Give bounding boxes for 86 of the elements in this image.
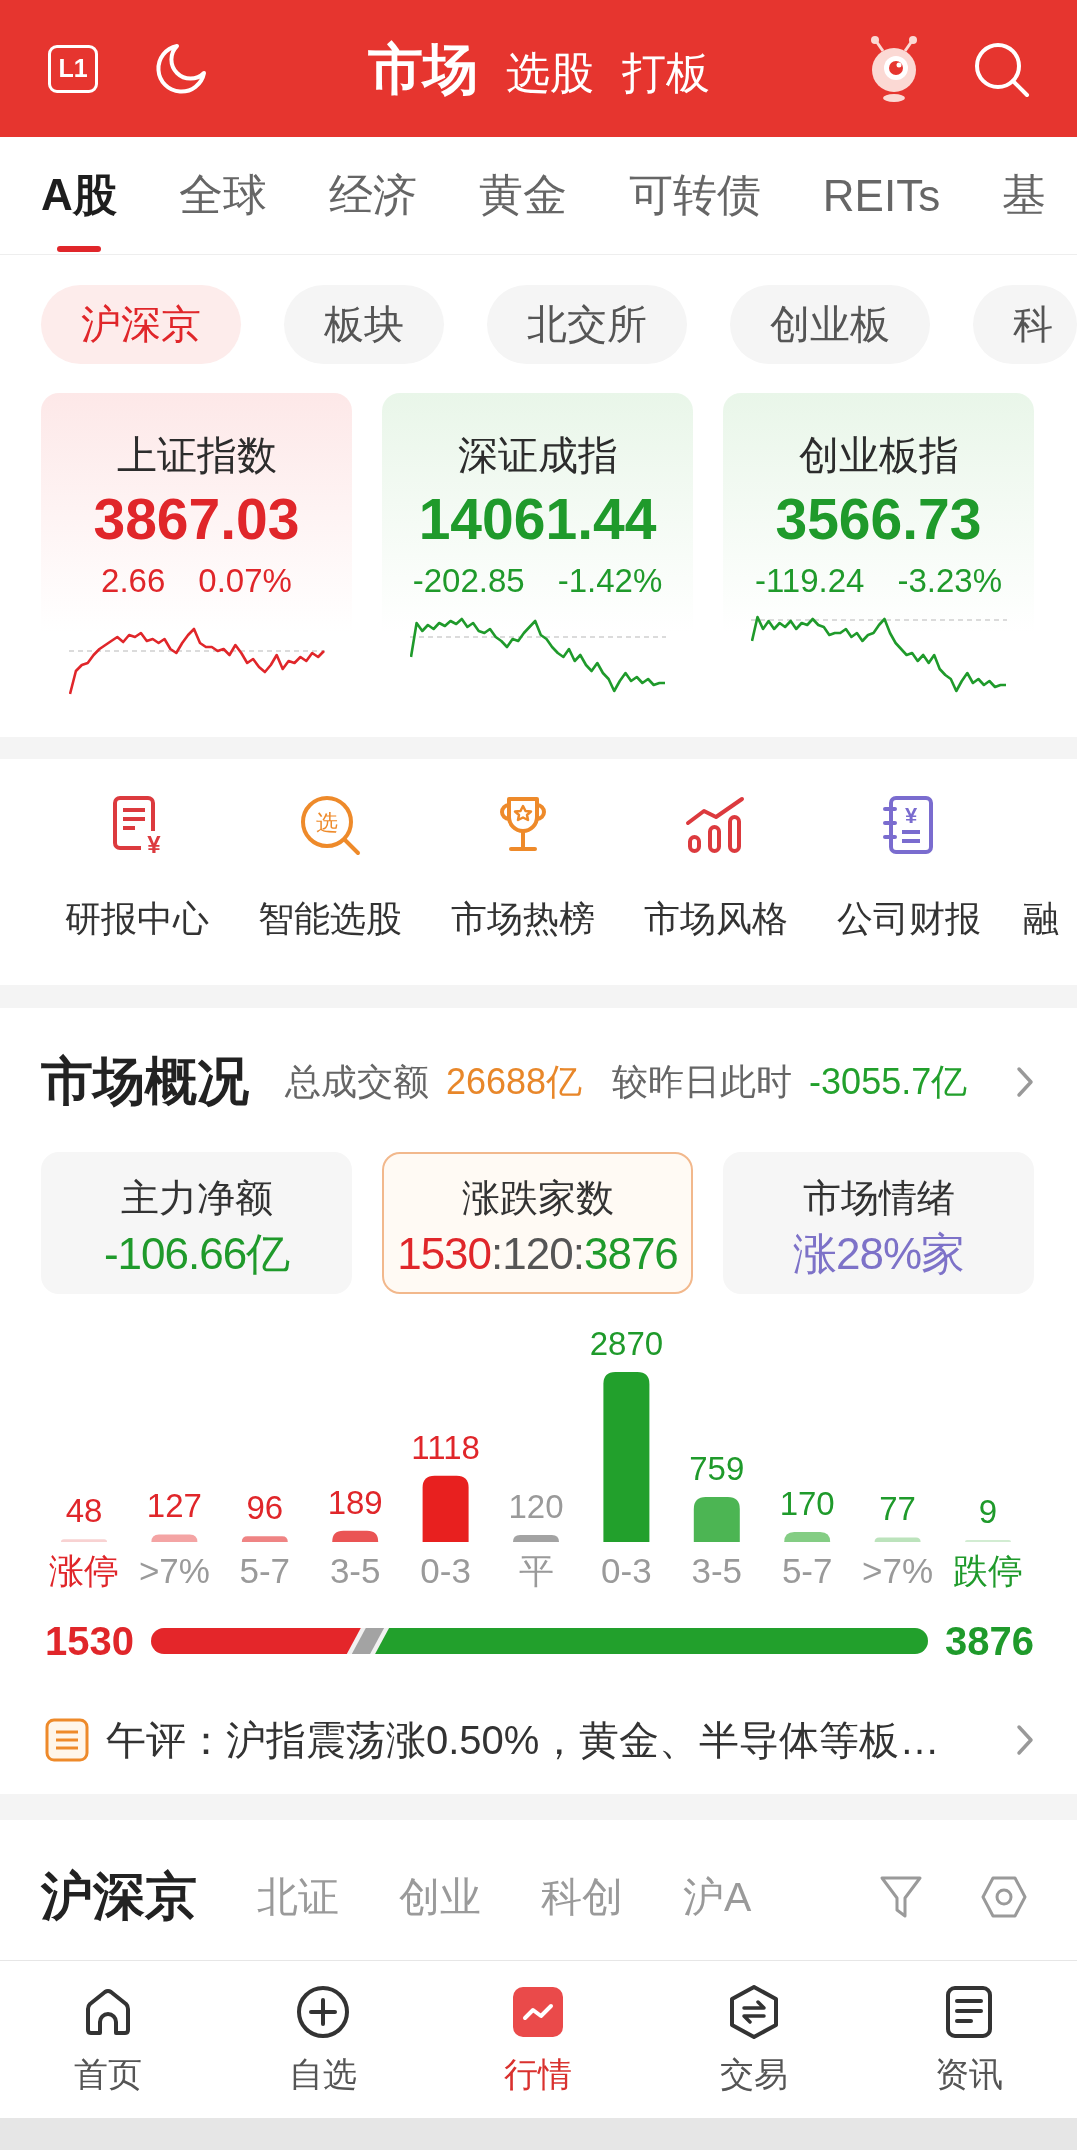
nav-tab[interactable]: 自选	[289, 1985, 358, 2097]
value-label: 2870	[589, 1325, 664, 1362]
category-label: >7%	[862, 1551, 934, 1590]
nav-tab[interactable]: 首页	[73, 1985, 142, 2097]
value-label: 77	[879, 1490, 916, 1528]
chevron-right-icon[interactable]	[1016, 1066, 1034, 1098]
change-value: -202.85	[412, 561, 525, 601]
stat-label: 市场情绪	[802, 1176, 955, 1221]
category-label: 涨停	[49, 1551, 119, 1590]
stat-value: 1530:120:3876	[397, 1228, 678, 1280]
category-label: 5-7	[781, 1551, 833, 1590]
level-button[interactable]: L1	[48, 44, 98, 93]
change-value: -119.24	[754, 561, 865, 601]
commentary-text[interactable]: 午评：沪指震荡涨0.50%，黄金、半导体等板…	[106, 1712, 940, 1768]
market-tab[interactable]: 经济	[328, 137, 417, 254]
filter-chip[interactable]: 科	[973, 285, 1077, 364]
index-name: 上证指数	[116, 432, 277, 479]
chevron-right-icon[interactable]	[1016, 1724, 1034, 1756]
filter-chip[interactable]: 北交所	[487, 285, 687, 364]
value-label: 120	[508, 1487, 564, 1525]
index-value: 14061.44	[418, 486, 657, 553]
category-label: 3-5	[691, 1551, 743, 1590]
change-percent: 0.07%	[198, 561, 292, 601]
stat-value: 涨28%家	[792, 1228, 965, 1280]
change-percent: -3.23%	[897, 561, 1002, 601]
market-tab[interactable]: 可转债	[628, 137, 761, 254]
header-tab[interactable]: 市场	[368, 35, 478, 102]
value-label: 759	[689, 1450, 745, 1488]
stat-card[interactable]: 主力净额 -106.66亿	[41, 1152, 352, 1294]
list-tab[interactable]: 沪深京	[41, 1862, 197, 1932]
change-value: 2.66	[101, 561, 166, 601]
category-label: 跌停	[953, 1551, 1023, 1590]
fall-count: 3876	[945, 1618, 1034, 1664]
quick-link[interactable]: 融	[1023, 793, 1059, 941]
market-tab[interactable]: 全球	[178, 137, 267, 254]
quick-link[interactable]: 市场风格	[643, 793, 788, 941]
stat-card[interactable]: 涨跌家数 1530:120:3876	[382, 1152, 693, 1294]
nav-tab[interactable]: 交易	[719, 1985, 788, 2097]
value-label: 48	[65, 1492, 103, 1530]
market-tab[interactable]: A股	[41, 137, 117, 254]
category-label: 0-3	[601, 1551, 652, 1590]
category-label: 0-3	[420, 1551, 471, 1590]
quick-link[interactable]: ¥ 研报中心	[64, 793, 209, 941]
filter-chip[interactable]: 沪深京	[41, 285, 241, 364]
note-icon	[45, 1718, 89, 1762]
summary-value: 26688亿	[446, 1059, 583, 1104]
quick-link[interactable]: ¥ 公司财报	[836, 793, 981, 941]
stat-card[interactable]: 市场情绪 涨28%家	[723, 1152, 1034, 1294]
filter-icon[interactable]	[879, 1874, 923, 1920]
market-tab[interactable]: 黄金	[478, 137, 567, 254]
plus-circle-icon	[296, 1985, 351, 2039]
value-label: 127	[146, 1487, 202, 1525]
market-tab[interactable]: 基	[1002, 137, 1047, 254]
value-label: 189	[327, 1483, 383, 1521]
rise-count: 1530	[45, 1618, 134, 1664]
category-label: 5-7	[239, 1551, 291, 1590]
quick-link[interactable]: 选 智能选股	[257, 793, 402, 941]
change-percent: -1.42%	[557, 561, 663, 601]
market-tab[interactable]: REITs	[822, 137, 941, 254]
summary-label: 较昨日此时	[612, 1059, 793, 1104]
value-label: 1118	[411, 1428, 480, 1466]
filter-chip[interactable]: 板块	[284, 285, 444, 364]
nav-tab[interactable]: 资讯	[935, 1985, 1004, 2097]
category-label: 3-5	[329, 1551, 381, 1590]
header-tab[interactable]: 选股	[506, 46, 594, 100]
nav-tab[interactable]: 行情	[504, 1985, 573, 2097]
stat-value: -106.66亿	[103, 1228, 290, 1280]
settings-icon[interactable]	[981, 1876, 1027, 1918]
index-name: 深证成指	[457, 432, 618, 479]
index-value: 3566.73	[775, 486, 982, 553]
summary-label: 总成交额	[285, 1059, 429, 1104]
category-label: 平	[518, 1551, 554, 1590]
summary-value: -3055.7亿	[809, 1059, 968, 1104]
quick-link[interactable]: 市场热榜	[450, 793, 595, 941]
category-label: >7%	[138, 1551, 210, 1590]
header-tab[interactable]: 打板	[622, 46, 710, 100]
section-title: 市场概况	[41, 1051, 249, 1112]
index-value: 3867.03	[93, 486, 300, 553]
value-label: 170	[779, 1484, 835, 1522]
value-label: 9	[978, 1493, 998, 1530]
stat-label: 涨跌家数	[461, 1176, 614, 1221]
line-chart-icon	[511, 1985, 566, 2039]
filter-chip[interactable]: 创业板	[730, 285, 930, 364]
index-name: 创业板指	[798, 432, 959, 479]
stat-label: 主力净额	[120, 1176, 273, 1221]
value-label: 96	[246, 1489, 284, 1527]
